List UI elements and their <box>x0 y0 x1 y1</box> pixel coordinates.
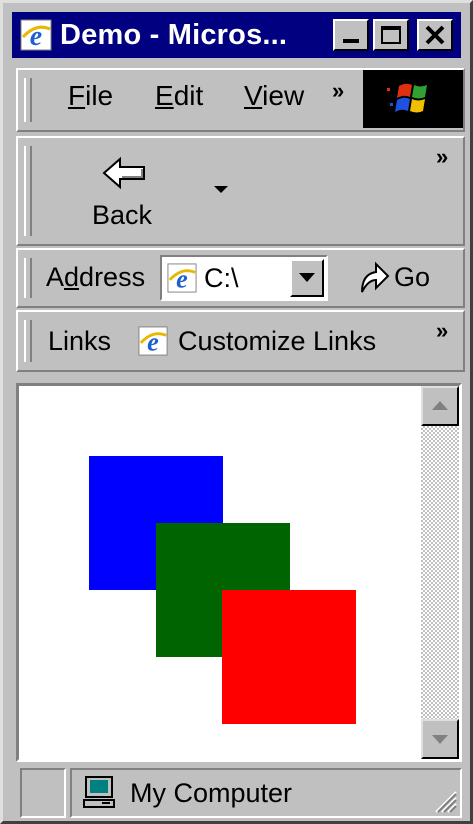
dropdown-arrow-icon <box>299 273 315 282</box>
menu-view[interactable]: View <box>244 80 304 112</box>
red-square <box>222 590 356 724</box>
links-overflow-chevron[interactable]: » <box>436 318 448 344</box>
go-label: Go <box>394 262 431 292</box>
menu-file[interactable]: File <box>68 80 113 112</box>
ie-icon: e <box>20 19 52 52</box>
customize-links-link[interactable]: e Customize Links <box>138 320 398 364</box>
svg-text:e: e <box>176 264 188 293</box>
status-zone-label: My Computer <box>130 778 293 808</box>
toolbar-grip[interactable] <box>24 146 32 236</box>
ie-icon: e <box>167 263 197 293</box>
links-label: Links <box>48 326 112 356</box>
go-arrow-icon <box>361 261 390 293</box>
status-zone-cell: My Computer <box>70 768 462 818</box>
links-grip[interactable] <box>24 320 32 362</box>
address-input[interactable]: e C:\ <box>160 255 328 301</box>
close-button[interactable] <box>417 19 453 51</box>
maximize-icon <box>381 26 401 44</box>
standard-toolbar: Back » <box>16 136 465 246</box>
dropdown-arrow-icon[interactable] <box>214 186 228 194</box>
minimize-button[interactable] <box>333 19 369 51</box>
computer-icon <box>83 776 115 808</box>
address-grip[interactable] <box>24 258 32 298</box>
minimize-icon <box>343 39 359 43</box>
ie-icon: e <box>138 326 168 356</box>
svg-text:e: e <box>147 327 159 356</box>
menu-edit[interactable]: Edit <box>155 80 203 112</box>
title-bar[interactable]: e Demo - Micros... <box>12 12 461 58</box>
scroll-up-icon <box>432 401 448 410</box>
links-bar: Links e Customize Links » <box>16 310 465 372</box>
address-dropdown-button[interactable] <box>290 259 324 297</box>
go-button[interactable]: Go <box>356 256 452 300</box>
back-label: Back <box>92 200 153 230</box>
scroll-up-button[interactable] <box>421 386 459 426</box>
page-content[interactable] <box>16 383 462 762</box>
menu-bar: File Edit View » <box>16 68 465 132</box>
menu-grip[interactable] <box>24 78 32 122</box>
windows-logo-icon <box>363 70 463 128</box>
svg-text:e: e <box>30 21 42 51</box>
back-button[interactable]: Back <box>80 152 170 238</box>
toolbar-overflow-chevron[interactable]: » <box>436 144 448 170</box>
window-title: Demo - Micros... <box>60 18 288 51</box>
maximize-button[interactable] <box>373 19 409 51</box>
resize-grip-icon[interactable] <box>432 788 458 814</box>
address-bar: Address e C:\ Go <box>16 248 465 308</box>
close-icon <box>425 25 445 45</box>
customize-links-label: Customize Links <box>178 326 377 356</box>
back-arrow-icon <box>102 156 145 190</box>
address-label: Address <box>46 262 146 292</box>
vertical-scrollbar[interactable] <box>421 386 459 759</box>
scroll-down-icon <box>432 735 448 744</box>
menu-overflow-chevron[interactable]: » <box>332 78 344 104</box>
status-progress-cell <box>20 768 66 818</box>
address-value: C:\ <box>204 263 239 293</box>
scroll-down-button[interactable] <box>421 719 459 759</box>
